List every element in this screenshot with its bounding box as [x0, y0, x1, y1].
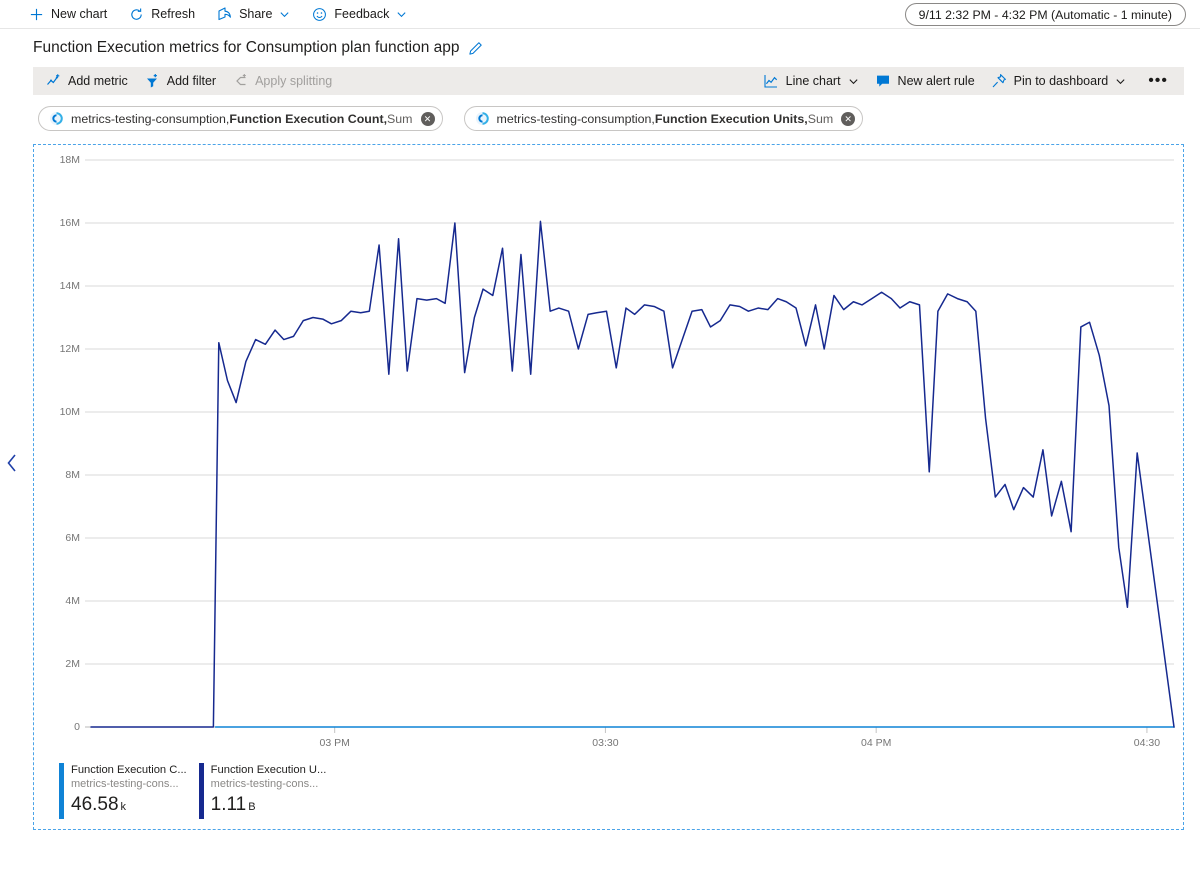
legend-metric-name: Function Execution C... [71, 763, 187, 777]
chart-toolbar: Add metric Add filter Apply splitting Li… [33, 67, 1184, 95]
legend-value: 46.58k [71, 793, 187, 819]
add-metric-icon [45, 73, 62, 90]
chart-plot-card[interactable]: 0 2M 4M 6M 8M 10M 12M 14M 16M 18M 03 PM 03:30 04 PM… [33, 144, 1184, 830]
y-axis-tick-label: 14M [34, 280, 80, 292]
legend-resource-name: metrics-testing-cons... [71, 777, 187, 791]
apply-splitting-label: Apply splitting [255, 74, 332, 88]
legend-color-swatch [199, 763, 204, 819]
share-button[interactable]: Share [216, 0, 299, 28]
plus-icon [28, 6, 45, 23]
metrics-line-chart[interactable] [34, 145, 1183, 829]
feedback-smiley-icon [311, 6, 328, 23]
y-axis-tick-label: 12M [34, 343, 80, 355]
apply-splitting-button[interactable]: Apply splitting [232, 68, 332, 94]
legend-value: 1.11B [211, 793, 327, 819]
chip-metric: Function Execution Count, [229, 112, 387, 126]
legend-metric-name: Function Execution U... [211, 763, 327, 777]
chip-close-icon[interactable]: ✕ [421, 112, 435, 126]
edit-title-pencil-icon[interactable] [468, 41, 483, 56]
chip-resource: metrics-testing-consumption, [497, 112, 655, 126]
feedback-label: Feedback [334, 7, 389, 21]
new-chart-button[interactable]: New chart [28, 0, 116, 28]
y-axis-tick-label: 4M [34, 595, 80, 607]
chip-close-icon[interactable]: ✕ [841, 112, 855, 126]
apply-splitting-icon [232, 73, 249, 90]
chart-legend: Function Execution C... metrics-testing-… [59, 763, 326, 819]
chip-metric: Function Execution Units, [655, 112, 808, 126]
new-alert-rule-button[interactable]: New alert rule [875, 68, 975, 94]
chip-aggregation: Sum [808, 112, 833, 126]
add-filter-icon [144, 73, 161, 90]
chevron-down-icon [1115, 76, 1126, 87]
chart-title-row: Function Execution metrics for Consumpti… [0, 29, 1200, 67]
y-axis-tick-label: 16M [34, 217, 80, 229]
more-options-button[interactable]: ••• [1142, 72, 1174, 90]
legend-value-unit: k [121, 801, 127, 813]
x-axis-tick-label: 04:30 [1134, 737, 1160, 749]
add-metric-label: Add metric [68, 74, 128, 88]
y-axis-tick-label: 6M [34, 532, 80, 544]
refresh-icon [128, 6, 145, 23]
y-axis-tick-label: 8M [34, 469, 80, 481]
chart-toolbar-right: Line chart New alert rule Pin to dashboa… [763, 67, 1176, 95]
metric-chips: metrics-testing-consumption, Function Ex… [0, 95, 1200, 131]
chevron-down-icon [279, 9, 290, 20]
y-axis-tick-label: 18M [34, 154, 80, 166]
refresh-label: Refresh [151, 7, 195, 21]
alert-rule-icon [875, 73, 892, 90]
time-range-picker[interactable]: 9/11 2:32 PM - 4:32 PM (Automatic - 1 mi… [905, 3, 1186, 26]
pin-to-dashboard-label: Pin to dashboard [1014, 74, 1109, 88]
add-metric-button[interactable]: Add metric [45, 68, 128, 94]
refresh-button[interactable]: Refresh [128, 0, 204, 28]
page-title: Function Execution metrics for Consumpti… [33, 39, 459, 57]
x-axis-tick-label: 04 PM [861, 737, 891, 749]
feedback-button[interactable]: Feedback [311, 0, 416, 28]
share-icon [216, 6, 233, 23]
line-chart-icon [763, 73, 780, 90]
chip-aggregation: Sum [387, 112, 412, 126]
legend-value-unit: B [248, 801, 255, 813]
legend-item-execution-units[interactable]: Function Execution U... metrics-testing-… [199, 763, 327, 819]
top-command-bar: New chart Refresh Share Feedback 9/11 2:… [0, 0, 1200, 29]
chart-container: 0 2M 4M 6M 8M 10M 12M 14M 16M 18M 03 PM 03:30 04 PM… [33, 144, 1184, 830]
previous-chart-button[interactable] [5, 452, 19, 474]
new-alert-rule-label: New alert rule [898, 74, 975, 88]
metric-chip-execution-units[interactable]: metrics-testing-consumption, Function Ex… [464, 106, 864, 131]
y-axis-tick-label: 10M [34, 406, 80, 418]
new-chart-label: New chart [51, 7, 107, 21]
y-axis-tick-label: 2M [34, 658, 80, 670]
time-range-label: 9/11 2:32 PM - 4:32 PM (Automatic - 1 mi… [919, 8, 1172, 22]
metric-resource-icon [475, 111, 490, 126]
legend-item-execution-count[interactable]: Function Execution C... metrics-testing-… [59, 763, 187, 819]
metric-resource-icon [49, 111, 64, 126]
chip-resource: metrics-testing-consumption, [71, 112, 229, 126]
share-label: Share [239, 7, 272, 21]
chart-type-label: Line chart [786, 74, 841, 88]
add-filter-label: Add filter [167, 74, 216, 88]
chevron-down-icon [396, 9, 407, 20]
add-filter-button[interactable]: Add filter [144, 68, 216, 94]
chevron-down-icon [848, 76, 859, 87]
y-axis-tick-label: 0 [34, 721, 80, 733]
x-axis-tick-label: 03 PM [319, 737, 349, 749]
pin-to-dashboard-button[interactable]: Pin to dashboard [991, 68, 1127, 94]
legend-color-swatch [59, 763, 64, 819]
metric-chip-execution-count[interactable]: metrics-testing-consumption, Function Ex… [38, 106, 443, 131]
legend-resource-name: metrics-testing-cons... [211, 777, 327, 791]
pin-icon [991, 73, 1008, 90]
x-axis-tick-label: 03:30 [592, 737, 618, 749]
chart-type-button[interactable]: Line chart [763, 68, 859, 94]
